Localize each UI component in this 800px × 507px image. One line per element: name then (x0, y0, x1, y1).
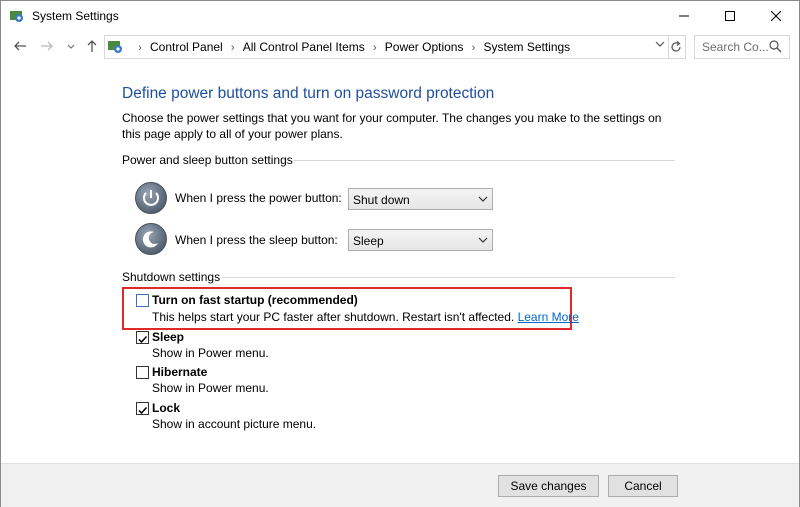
breadcrumb: › Control Panel › All Control Panel Items › P… (130, 40, 570, 54)
sleep-button-label: When I press the sleep button: (175, 233, 338, 247)
footer-bar: Save changes Cancel (1, 463, 799, 507)
window-title: System Settings (32, 9, 119, 23)
sleep-button-value: Sleep (353, 234, 384, 248)
minimize-icon (679, 15, 689, 17)
title-bar: System Settings (1, 1, 799, 31)
sleep-button-icon (135, 223, 167, 255)
page-description: Choose the power settings that you want … (122, 111, 662, 141)
checkmark-icon (138, 406, 148, 415)
chevron-down-icon (67, 44, 75, 49)
learn-more-link[interactable]: Learn More (518, 310, 579, 324)
power-button-dropdown[interactable]: Shut down (348, 188, 493, 210)
control-panel-icon (108, 41, 122, 53)
breadcrumb-separator-icon[interactable]: › (130, 42, 150, 54)
back-button[interactable] (12, 39, 28, 55)
refresh-button[interactable] (667, 35, 686, 59)
fast-startup-desc: This helps start your PC faster after sh… (152, 310, 579, 324)
hibernate-checkbox[interactable] (136, 366, 149, 379)
control-panel-icon (10, 11, 23, 22)
maximize-button[interactable] (707, 1, 753, 31)
sleep-button-dropdown[interactable]: Sleep (348, 229, 493, 251)
forward-button[interactable] (39, 39, 55, 55)
search-placeholder: Search Co... (702, 40, 769, 54)
breadcrumb-separator-icon[interactable]: › (223, 42, 243, 54)
chevron-down-icon (478, 196, 488, 202)
recent-locations-button[interactable] (63, 39, 79, 55)
system-settings-window: System Settings › Control Panel › All Co… (0, 0, 800, 507)
breadcrumb-separator-icon[interactable]: › (463, 42, 483, 54)
close-button[interactable] (753, 1, 799, 31)
fast-startup-title: Turn on fast startup (recommended) (152, 293, 358, 307)
save-changes-button[interactable]: Save changes (498, 475, 599, 497)
sleep-checkbox[interactable] (136, 331, 149, 344)
forward-arrow-icon (41, 41, 53, 51)
breadcrumb-power-options[interactable]: Power Options (385, 40, 464, 54)
breadcrumb-separator-icon[interactable]: › (365, 42, 385, 54)
group-divider (293, 160, 675, 161)
checkmark-icon (138, 335, 148, 344)
power-button-label: When I press the power button: (175, 191, 342, 205)
address-bar[interactable]: › Control Panel › All Control Panel Items › P… (104, 35, 669, 59)
breadcrumb-control-panel[interactable]: Control Panel (150, 40, 223, 54)
shutdown-group-label: Shutdown settings (122, 270, 221, 284)
breadcrumb-all-items[interactable]: All Control Panel Items (243, 40, 365, 54)
page-title: Define power buttons and turn on passwor… (122, 85, 495, 102)
fast-startup-desc-text: This helps start your PC faster after sh… (152, 310, 515, 324)
cancel-button[interactable]: Cancel (608, 475, 678, 497)
power-button-icon (135, 182, 167, 214)
lock-option-title: Lock (152, 401, 181, 415)
group-divider (222, 277, 675, 278)
lock-option-desc: Show in account picture menu. (152, 417, 317, 431)
navigation-bar: › Control Panel › All Control Panel Items › P… (1, 34, 799, 60)
minimize-button[interactable] (661, 1, 707, 31)
sleep-option-title: Sleep (152, 330, 185, 344)
lock-checkbox[interactable] (136, 402, 149, 415)
chevron-down-icon (655, 41, 665, 47)
power-button-value: Shut down (353, 193, 410, 207)
search-box[interactable]: Search Co... (694, 35, 790, 59)
up-button[interactable] (84, 39, 100, 55)
sleep-option-desc: Show in Power menu. (152, 346, 269, 360)
close-icon (771, 11, 781, 21)
fast-startup-checkbox[interactable] (136, 294, 149, 307)
breadcrumb-system-settings[interactable]: System Settings (483, 40, 570, 54)
maximize-icon (725, 11, 735, 21)
address-dropdown-button[interactable] (653, 39, 667, 55)
power-group-label: Power and sleep button settings (122, 153, 293, 167)
search-icon (769, 40, 782, 53)
back-arrow-icon (14, 41, 26, 51)
refresh-icon (671, 41, 681, 52)
hibernate-option-desc: Show in Power menu. (152, 381, 269, 395)
chevron-down-icon (478, 237, 488, 243)
up-arrow-icon (87, 40, 97, 52)
hibernate-option-title: Hibernate (152, 365, 208, 379)
